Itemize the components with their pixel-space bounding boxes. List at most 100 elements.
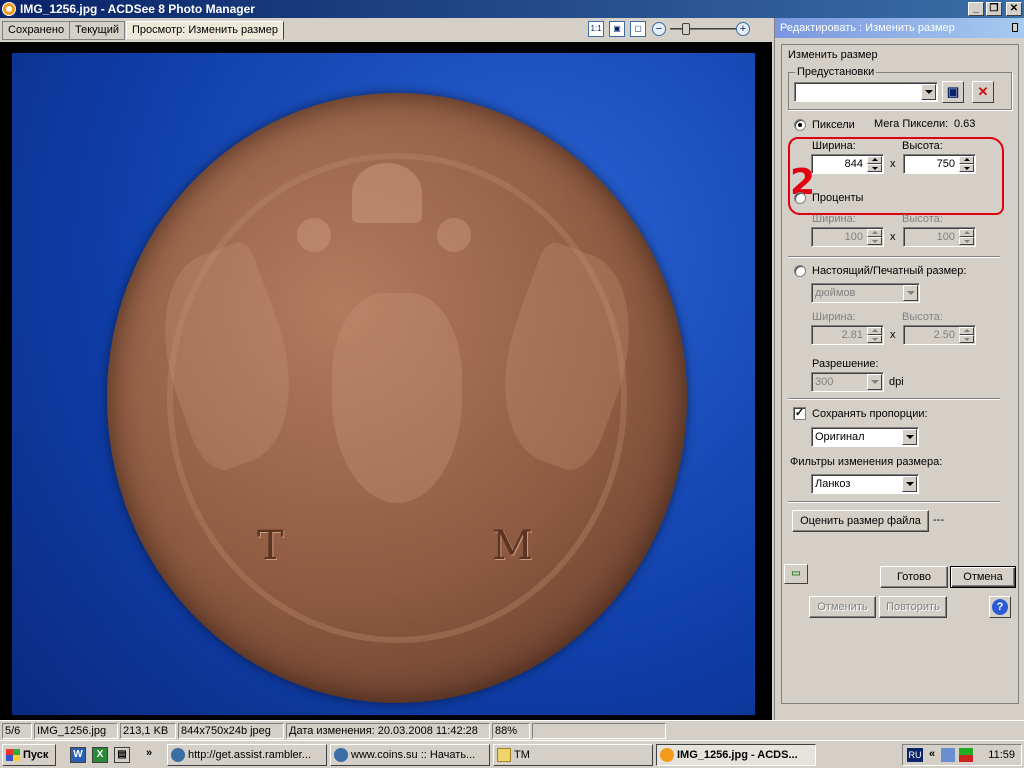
chevron-down-icon[interactable] [902, 476, 917, 492]
ie-icon [334, 748, 348, 762]
pixels-label: Пиксели [812, 119, 855, 131]
status-bar: 5/6 IMG_1256.jpg 213,1 KB 844x750x24b jp… [0, 720, 1024, 740]
zoom-slider-thumb[interactable] [682, 23, 690, 35]
resolution-combo[interactable]: 300 [811, 372, 884, 392]
spin-buttons [959, 229, 974, 245]
status-empty [532, 723, 666, 739]
spin-buttons [867, 229, 882, 245]
tab-saved[interactable]: Сохранено [2, 21, 71, 40]
windows-taskbar: Пуск W X ▤ » http://get.assist.rambler..… [0, 740, 1024, 768]
fit-window-icon[interactable]: ▢ [630, 21, 646, 37]
print-width-stepper[interactable]: 2.81 [811, 325, 884, 345]
percent-width-stepper[interactable]: 100 [811, 227, 884, 247]
estimate-value: --- [933, 514, 944, 526]
filter-combo[interactable]: Ланкоз [811, 474, 919, 494]
network-icon[interactable] [941, 748, 955, 762]
spin-down-icon[interactable] [867, 335, 882, 343]
close-button[interactable]: ✕ [1006, 2, 1022, 16]
presets-label: Предустановки [795, 66, 877, 78]
panel-title-bar: Редактировать : Изменить размер [775, 18, 1024, 38]
tray-expand[interactable]: « [929, 748, 935, 760]
pixels-radio[interactable] [794, 119, 806, 131]
task-tm-folder[interactable]: TM [493, 744, 653, 766]
print-height-stepper[interactable]: 2.50 [903, 325, 976, 345]
filters-label: Фильтры изменения размера: [790, 456, 943, 468]
print-width-label: Ширина: [812, 311, 856, 323]
panel-body: Изменить размер Предустановки ▣ ✕ Пиксел… [781, 44, 1019, 704]
chevron-down-icon[interactable] [902, 429, 917, 445]
task-label: TM [514, 749, 530, 761]
maximize-button[interactable]: ❐ [986, 2, 1002, 16]
spin-up-icon[interactable] [959, 229, 974, 237]
delete-preset-icon[interactable]: ✕ [972, 81, 994, 103]
chevron-down-icon[interactable] [867, 374, 882, 390]
times-sign: x [890, 231, 896, 243]
percent-height-stepper[interactable]: 100 [903, 227, 976, 247]
percent-label: Проценты [812, 192, 864, 204]
spin-down-icon[interactable] [867, 237, 882, 245]
keep-ratio-checkbox[interactable]: ✓ [793, 407, 806, 420]
chevron-down-icon[interactable] [903, 285, 918, 301]
ratio-combo[interactable]: Оригинал [811, 427, 919, 447]
save-preset-icon[interactable]: ▣ [942, 81, 964, 103]
task-acdsee[interactable]: IMG_1256.jpg - ACDS... [656, 744, 816, 766]
compare-view-icon[interactable]: ▭ [784, 564, 808, 584]
keep-ratio-label: Сохранять пропорции: [812, 408, 928, 420]
print-size-radio[interactable] [794, 265, 806, 277]
undo-button[interactable]: Отменить [809, 596, 876, 618]
image-viewer[interactable]: Т М [0, 42, 772, 720]
minimize-button[interactable]: _ [968, 2, 984, 16]
acdsee-icon [660, 748, 674, 762]
tab-view-resize[interactable]: Просмотр: Изменить размер [126, 21, 284, 40]
acdsee-app-icon[interactable] [2, 2, 16, 16]
cancel-button[interactable]: Отмена [950, 566, 1016, 588]
spin-up-icon[interactable] [867, 229, 882, 237]
estimate-size-button[interactable]: Оценить размер файла [792, 510, 929, 532]
zoom-slider-track[interactable] [670, 28, 736, 30]
coin-letter-t: Т [257, 523, 284, 569]
zoom-in-icon[interactable]: + [736, 22, 750, 36]
megapixels-value: 0.63 [954, 118, 976, 130]
task-label: IMG_1256.jpg - ACDS... [677, 749, 798, 761]
quicklaunch-icon[interactable]: ▤ [114, 747, 130, 763]
done-button[interactable]: Готово [880, 566, 948, 588]
tab-current[interactable]: Текущий [69, 21, 125, 40]
units-combo[interactable]: дюймов [811, 283, 920, 303]
word-icon[interactable]: W [70, 747, 86, 763]
spin-buttons [959, 327, 974, 343]
presets-combo[interactable] [794, 82, 938, 102]
excel-icon[interactable]: X [92, 747, 108, 763]
status-zoom: 88% [492, 723, 530, 739]
chevron-down-icon[interactable] [921, 84, 936, 100]
spin-up-icon[interactable] [867, 327, 882, 335]
resolution-label: Разрешение: [812, 358, 879, 370]
separator [788, 256, 1000, 258]
windows-logo-icon [6, 749, 20, 761]
actual-size-icon[interactable]: 1:1 [588, 21, 604, 37]
spin-down-icon[interactable] [959, 335, 974, 343]
coin-photo: Т М [12, 53, 755, 715]
percent-radio[interactable] [794, 192, 806, 204]
zoom-out-icon[interactable]: − [652, 22, 666, 36]
print-height-label: Высота: [902, 311, 943, 323]
percent-height-value: 100 [936, 231, 955, 243]
status-dimensions: 844x750x24b jpeg [178, 723, 284, 739]
separator [788, 398, 1000, 400]
start-button[interactable]: Пуск [2, 744, 56, 766]
monitor-icon[interactable] [959, 748, 973, 762]
system-tray: RU « 11:59 [902, 744, 1022, 766]
language-indicator[interactable]: RU [907, 748, 923, 762]
units-value: дюймов [815, 287, 856, 299]
redo-button[interactable]: Повторить [879, 596, 947, 618]
fit-image-icon[interactable]: ▣ [609, 21, 625, 37]
panel-title: Редактировать : Изменить размер [780, 22, 955, 34]
task-rambler[interactable]: http://get.assist.rambler... [167, 744, 327, 766]
status-index: 5/6 [2, 723, 32, 739]
spin-down-icon[interactable] [959, 237, 974, 245]
help-icon[interactable]: ? [989, 596, 1011, 618]
pin-icon[interactable] [1012, 23, 1018, 32]
task-coins[interactable]: www.coins.su :: Начать... [330, 744, 490, 766]
quicklaunch-more[interactable]: » [146, 747, 152, 759]
spin-up-icon[interactable] [959, 327, 974, 335]
spin-buttons [867, 327, 882, 343]
